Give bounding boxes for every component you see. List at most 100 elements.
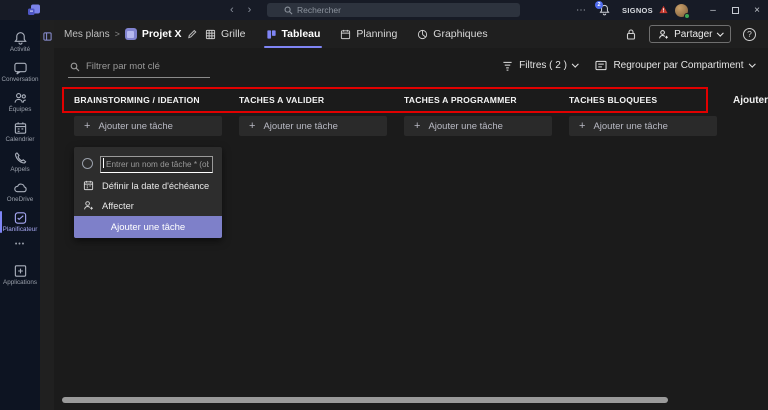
titlebar-right: ⋯ 2 SIGNOS – × [576,0,768,20]
bucket-title-a-programmer[interactable]: TACHES A PROGRAMMER [404,95,517,105]
chevron-down-icon [749,61,755,67]
board-icon [266,29,277,40]
people-icon [13,91,28,105]
rail-item-calls[interactable]: Appels [0,147,40,176]
rail-item-planner[interactable]: Planificateur [0,207,40,236]
rail-item-activity[interactable]: Activité [0,27,40,56]
edit-pencil-icon[interactable] [187,29,197,39]
panel-toggle-icon[interactable] [43,28,52,46]
minimize-button[interactable]: – [702,0,724,20]
rail-item-onedrive[interactable]: OneDrive [0,177,40,206]
rail-item-apps[interactable]: Applications [0,260,40,289]
cloud-icon [13,181,28,195]
bell-icon [13,31,28,45]
close-button[interactable]: × [746,0,768,20]
notification-badge: 2 [595,1,603,9]
presence-available-dot [684,13,690,19]
tab-label: Tableau [282,28,321,40]
rail-item-calendar[interactable]: Calendrier [0,117,40,146]
group-icon [595,60,607,71]
teams-logo [27,3,41,22]
horizontal-scrollbar[interactable] [62,397,668,403]
new-task-card: Définir la date d'échéance Affecter Ajou… [74,147,222,238]
side-panel-strip [40,20,54,410]
forward-icon[interactable]: › [248,4,252,16]
titlebar: ‹ › Rechercher ⋯ 2 SIGNOS [0,0,768,20]
tab-schedule[interactable]: Planning [340,20,397,48]
notifications-icon[interactable]: 2 [599,3,612,17]
calendar-icon [13,121,28,135]
org-name-label[interactable]: SIGNOS [622,6,653,15]
board-toolbar: Filtres ( 2 ) Regrouper par Compartiment [502,60,754,71]
more-options-icon[interactable]: ⋯ [576,5,587,16]
set-due-date-option[interactable]: Définir la date d'échéance [83,180,209,191]
add-task-label: Ajouter une tâche [428,121,502,132]
grid-icon [205,29,216,40]
app-rail: Activité Conversation Équipes Calendrier [0,20,40,410]
task-complete-circle[interactable] [82,158,93,169]
plus-icon: + [579,120,585,132]
tab-board[interactable]: Tableau [266,20,321,48]
add-task-button-col1[interactable]: + Ajouter une tâche [74,116,222,136]
apps-icon [13,264,28,278]
planner-icon [13,211,28,225]
search-icon [284,6,293,15]
task-name-row [82,154,213,173]
breadcrumb-my-plans[interactable]: Mes plans [64,29,110,40]
group-by-label: Regrouper par Compartiment [613,60,743,71]
lock-icon [625,28,637,41]
breadcrumb-separator: > [115,29,120,39]
rail-label: Appels [10,166,29,173]
tab-label: Grille [221,28,246,40]
add-task-label: Ajouter une tâche [263,121,337,132]
maximize-button[interactable] [724,0,746,20]
rail-label: Planificateur [3,226,38,233]
rail-item-teams[interactable]: Équipes [0,87,40,116]
bucket-title-brainstorming[interactable]: BRAINSTORMING / IDEATION [74,95,200,105]
add-task-submit-button[interactable]: Ajouter une tâche [74,216,222,238]
phone-icon [13,151,28,165]
plan-title: Projet X [142,28,182,40]
plan-header: Mes plans > Projet X Grille Tab [54,20,768,48]
tab-label: Graphiques [433,28,487,40]
chat-icon [13,61,28,75]
teams-window: ‹ › Rechercher ⋯ 2 SIGNOS [0,0,768,410]
plus-icon: + [249,120,255,132]
alert-icon [659,1,668,19]
maximize-icon [732,7,739,14]
help-icon[interactable]: ? [743,28,756,41]
filters-dropdown[interactable]: Filtres ( 2 ) [502,60,577,71]
chevron-down-icon [572,61,578,67]
history-nav: ‹ › [230,0,251,20]
rail-more-icon[interactable]: ••• [15,241,25,248]
bucket-title-bloquees[interactable]: TACHES BLOQUEES [569,95,657,105]
tab-charts[interactable]: Graphiques [417,20,487,48]
chevron-down-icon [717,29,723,35]
add-bucket-button[interactable]: Ajouter un [733,95,768,106]
avatar[interactable] [675,4,688,17]
chart-icon [417,29,428,40]
global-search-placeholder: Rechercher [285,5,341,15]
add-task-label: Ajouter une tâche [593,121,667,132]
keyword-filter-input[interactable]: Filtrer par mot clé [68,56,210,78]
plus-icon: + [414,120,420,132]
board-view: Filtrer par mot clé Filtres ( 2 ) Regrou… [54,48,768,410]
search-icon [70,62,80,72]
assign-option[interactable]: Affecter [83,200,134,211]
rail-label: Calendrier [5,136,34,143]
schedule-icon [340,29,351,40]
share-button[interactable]: Partager [649,25,731,43]
add-task-button-col4[interactable]: + Ajouter une tâche [569,116,717,136]
global-search-input[interactable]: Rechercher [267,3,520,17]
bucket-title-a-valider[interactable]: TACHES A VALIDER [239,95,324,105]
add-task-button-col3[interactable]: + Ajouter une tâche [404,116,552,136]
filters-label: Filtres ( 2 ) [519,60,567,71]
group-by-dropdown[interactable]: Regrouper par Compartiment [595,60,754,71]
tab-grid[interactable]: Grille [205,20,246,48]
back-icon[interactable]: ‹ [230,4,234,16]
add-task-button-col2[interactable]: + Ajouter une tâche [239,116,387,136]
rail-item-chat[interactable]: Conversation [0,57,40,86]
keyword-filter-placeholder: Filtrer par mot clé [86,61,160,72]
rail-label: OneDrive [7,196,34,203]
task-name-input[interactable] [100,156,213,173]
